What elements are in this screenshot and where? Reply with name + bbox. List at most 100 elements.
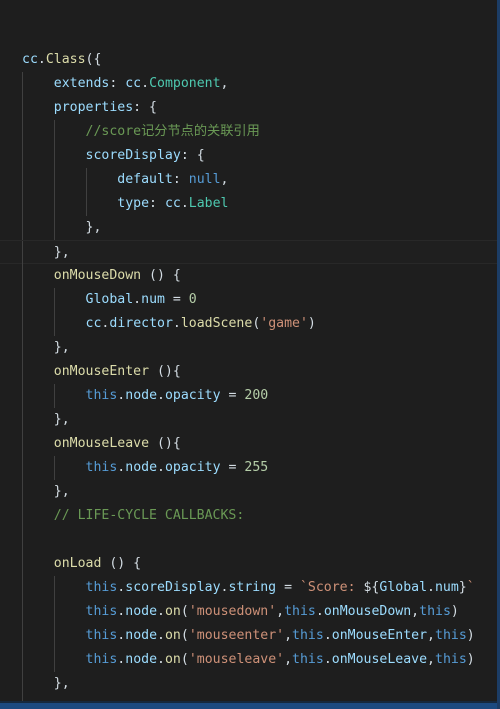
code-line[interactable]: onMouseEnter (){ (0, 360, 497, 384)
code-token-prop: type (117, 196, 150, 211)
code-token-func: onMouseDown (53, 268, 142, 283)
code-token-punct: ( (180, 628, 189, 643)
indent-guide (22, 264, 23, 288)
indent-guide (22, 600, 23, 624)
code-token-str: 'mouseleave' (188, 652, 285, 667)
indent-guide (54, 312, 55, 336)
code-token-prop: cc (125, 76, 142, 91)
code-line[interactable]: // LIFE-CYCLE CALLBACKS: (0, 504, 497, 528)
code-token-prop: scoreDisplay (85, 148, 181, 163)
code-token-punct: }, (53, 412, 70, 427)
code-line[interactable]: }, (0, 480, 497, 504)
code-token-kw: this (85, 580, 118, 595)
code-token-punct: = (276, 580, 300, 595)
code-editor[interactable]: cc.Class({ extends: cc.Component, proper… (0, 0, 497, 701)
code-token-punct: : { (133, 100, 157, 115)
code-token-prop: Global (379, 580, 428, 595)
code-token-func: on (164, 652, 181, 667)
code-line[interactable]: }, (0, 216, 497, 240)
code-token-kw: this (85, 388, 118, 403)
code-token-str: `Score: (299, 580, 364, 595)
code-token-prop: cc (22, 52, 38, 67)
code-token-prop: scoreDisplay (125, 580, 221, 595)
indent-guide (22, 360, 23, 384)
code-token-prop: extends (53, 76, 110, 91)
code-line[interactable]: default: null, (0, 168, 497, 192)
code-line[interactable]: cc.director.loadScene('game') (0, 312, 497, 336)
code-line[interactable]: this.node.opacity = 255 (0, 456, 497, 480)
indent-guide (54, 576, 55, 600)
indent-guide (22, 216, 23, 240)
code-line[interactable]: type: cc.Label (0, 192, 497, 216)
code-line[interactable]: this.node.on('mouseleave',this.onMouseLe… (0, 648, 497, 672)
code-line[interactable]: onMouseLeave (){ (0, 432, 497, 456)
code-token-punct: . (157, 388, 165, 403)
indent-guide (22, 241, 23, 265)
indent-guide (54, 648, 55, 672)
code-token-comment: // LIFE-CYCLE CALLBACKS: (53, 508, 245, 523)
indent-guide (22, 384, 23, 408)
code-token-prop: default (117, 172, 173, 187)
code-token-func: onMouseLeave (53, 436, 150, 451)
indent-guide (22, 528, 23, 552)
code-token-plain: } (458, 580, 467, 595)
code-line[interactable]: this.scoreDisplay.string = `Score: ${Glo… (0, 576, 497, 600)
code-token-punct: () { (101, 556, 142, 571)
indent-guide (22, 576, 23, 600)
code-token-punct: . (427, 580, 435, 595)
code-line[interactable]: }, (0, 336, 497, 360)
code-line[interactable]: cc.Class({ (0, 48, 497, 72)
code-token-punct: ) (466, 652, 475, 667)
indent-guide (22, 432, 23, 456)
code-token-punct: = (220, 460, 245, 475)
code-line[interactable]: this.node.on('mousedown',this.onMouseDow… (0, 600, 497, 624)
code-line[interactable]: }, (0, 408, 497, 432)
code-token-plain: ${ (363, 580, 380, 595)
code-token-punct: () { (141, 268, 181, 283)
code-line[interactable]: onMouseDown () { (0, 264, 497, 288)
code-line[interactable]: ​ (0, 528, 497, 552)
indent-guide (54, 384, 55, 408)
code-token-func: on (164, 604, 181, 619)
code-line[interactable]: this.node.on('mouseenter',this.onMouseEn… (0, 624, 497, 648)
code-lines-container[interactable]: cc.Class({ extends: cc.Component, proper… (0, 48, 497, 701)
code-token-punct: = (220, 388, 245, 403)
code-token-str: 'game' (260, 316, 308, 331)
indent-guide (22, 624, 23, 648)
code-line[interactable]: scoreDisplay: { (0, 144, 497, 168)
indent-guide (22, 120, 23, 144)
code-token-punct: . (157, 652, 165, 667)
code-line[interactable]: }, (0, 672, 497, 696)
code-token-punct: . (323, 628, 332, 643)
code-line[interactable]: }, (0, 240, 497, 265)
code-token-prop: num (434, 580, 459, 595)
code-token-punct: , (284, 652, 293, 667)
code-token-punct: : { (180, 148, 205, 163)
code-token-punct: = (164, 292, 189, 307)
code-line[interactable]: extends: cc.Component, (0, 72, 497, 96)
code-line[interactable]: Global.num = 0 (0, 288, 497, 312)
code-token-func: onLoad (53, 556, 102, 571)
code-line[interactable]: //score记分节点的关联引用 (0, 120, 497, 144)
code-token-comment: //score记分节点的关联引用 (85, 124, 260, 139)
code-token-func: onMouseEnter (53, 364, 150, 379)
code-line[interactable]: properties: { (0, 96, 497, 120)
indent-guide (22, 504, 23, 528)
code-line[interactable]: onLoad () { (0, 552, 497, 576)
indent-guide (22, 408, 23, 432)
code-token-punct: . (172, 316, 181, 331)
code-token-punct: (){ (149, 436, 181, 451)
indent-guide (22, 144, 23, 168)
code-token-func: Class (45, 52, 86, 67)
code-token-punct: , (220, 172, 229, 187)
code-line[interactable]: this.node.opacity = 200 (0, 384, 497, 408)
code-token-punct: . (157, 628, 165, 643)
code-token-punct: (){ (149, 364, 181, 379)
indent-guide (22, 336, 23, 360)
